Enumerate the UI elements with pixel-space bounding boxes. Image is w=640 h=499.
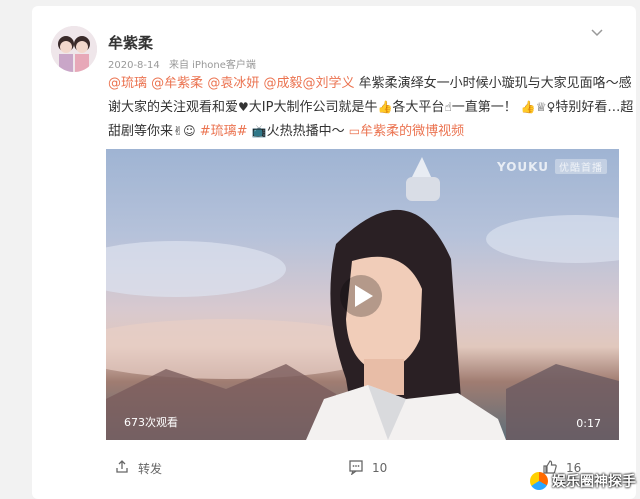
heart-emoji-icon: ♥ — [238, 100, 249, 114]
video-link-label: 牟紫柔的微博视频 — [360, 124, 465, 139]
mention-link[interactable]: @牟紫柔 — [151, 76, 203, 91]
video-link-icon: ▭ — [348, 124, 361, 138]
post-date[interactable]: 2020-8-14 — [108, 60, 160, 71]
video-duration: 0:17 — [576, 417, 601, 430]
tv-emoji-icon: 📺 — [251, 124, 267, 138]
thumbs-up-emoji-icon: 👍 — [377, 100, 393, 114]
pointing-emoji-icon: ☝ — [444, 100, 452, 114]
weibo-post-card: 牟紫柔 2020-8-14 来自 iPhone客户端 @琉璃 @牟紫柔 @袁冰妍… — [32, 6, 636, 499]
platform-watermark: YOUKU 优酷首播 — [497, 159, 607, 174]
mention-link[interactable]: @琉璃 — [108, 76, 147, 91]
view-count: 673次观看 — [124, 416, 178, 429]
post-text: 大IP大制作公司就是牛 — [248, 100, 378, 115]
thumbs-up-emoji-icon: 👍 — [520, 100, 536, 114]
comment-icon — [348, 459, 364, 478]
repost-button[interactable]: 转发 — [114, 456, 162, 480]
comment-count: 10 — [372, 461, 388, 475]
crown-emoji-icon: ♕ — [535, 100, 547, 114]
mention-link[interactable]: @成毅 — [263, 76, 302, 91]
wink-emoji-icon: ☺ — [183, 124, 196, 138]
post-text: 一直第一！ — [451, 100, 517, 115]
post-meta: 2020-8-14 来自 iPhone客户端 — [108, 56, 262, 71]
hashtag-link[interactable]: #琉璃# — [200, 124, 248, 139]
victory-hand-emoji-icon: ✌ — [173, 124, 184, 138]
video-player[interactable]: YOUKU 优酷首播 673次观看 0:17 — [106, 149, 619, 440]
comment-button[interactable]: 10 — [348, 456, 387, 480]
watermark-logo-icon — [530, 472, 548, 490]
repost-label: 转发 — [138, 461, 163, 476]
chevron-down-icon[interactable] — [590, 24, 604, 38]
share-icon — [114, 459, 130, 478]
post-source: 来自 iPhone客户端 — [168, 60, 256, 71]
play-icon[interactable] — [339, 274, 383, 318]
site-watermark: 娱乐圈神探手 — [530, 471, 636, 491]
post-text: 各大平台 — [392, 100, 445, 115]
mention-link[interactable]: @刘学义 — [302, 76, 354, 91]
mention-link[interactable]: @袁冰妍 — [207, 76, 259, 91]
post-text: 火热热播中～ — [266, 124, 345, 139]
video-link[interactable]: ▭牟紫柔的微博视频 — [349, 124, 464, 139]
post-content: @琉璃 @牟紫柔 @袁冰妍 @成毅@刘学义 牟紫柔演绎女一小时候小璇玑与大家见面… — [108, 72, 638, 144]
avatar[interactable] — [51, 26, 97, 72]
username[interactable]: 牟紫柔 — [108, 32, 153, 53]
